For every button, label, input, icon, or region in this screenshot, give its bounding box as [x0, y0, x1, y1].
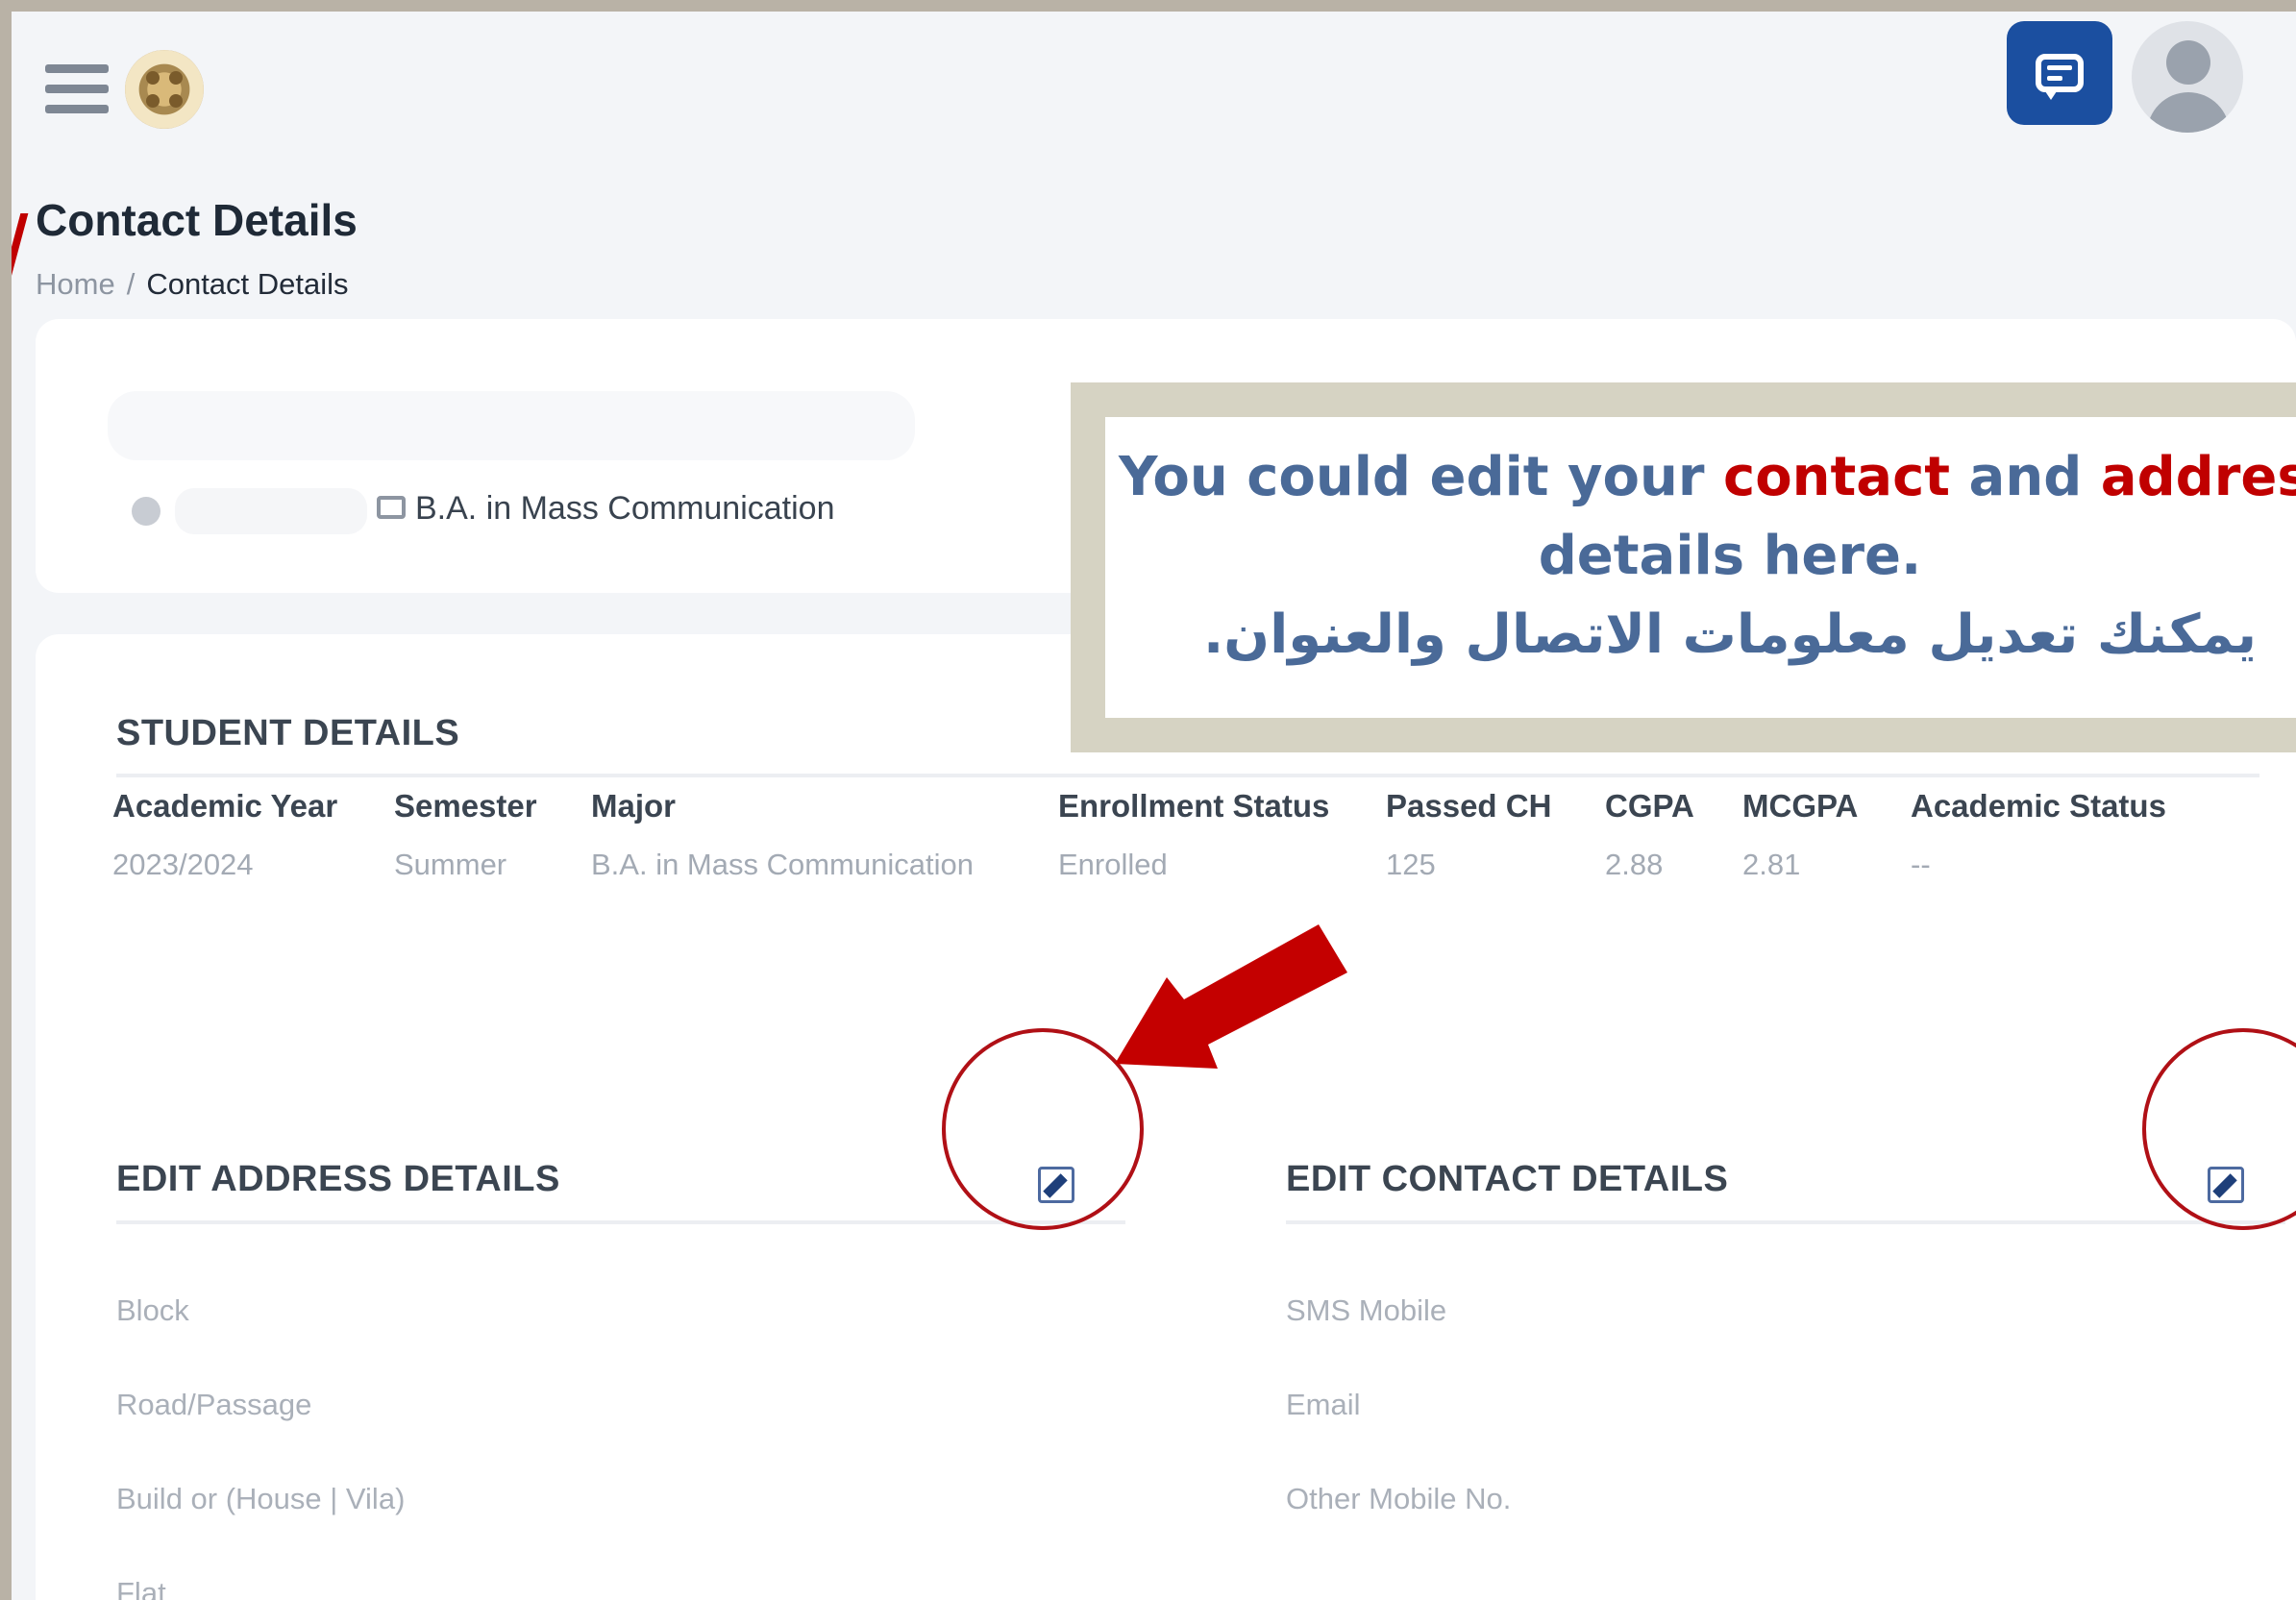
divider — [116, 1220, 1125, 1224]
red-arrow-icon — [1115, 924, 1347, 1069]
breadcrumb-home-link[interactable]: Home — [36, 267, 115, 301]
annotation-highlight-address: address — [2100, 446, 2296, 508]
col-header-major: Major — [591, 788, 677, 824]
profile-major-text: B.A. in Mass Communication — [415, 490, 835, 527]
field-label-sms-mobile: SMS Mobile — [1286, 1293, 1447, 1327]
student-name-redacted — [108, 391, 915, 460]
university-logo[interactable] — [125, 50, 204, 129]
briefcase-icon — [377, 496, 406, 520]
profile-small-icon — [132, 497, 160, 526]
col-header-mcgpa: MCGPA — [1742, 788, 1859, 824]
cell-academic-status: -- — [1911, 848, 1931, 881]
col-header-academic-status: Academic Status — [1911, 788, 2166, 824]
cell-semester: Summer — [394, 848, 507, 881]
cell-enrollment-status: Enrolled — [1058, 848, 1168, 881]
annotation-line-1: You could edit your contact and address — [1105, 446, 2296, 508]
student-details-table: Academic Year Semester Major Enrollment … — [112, 788, 2199, 882]
field-label-road: Road/Passage — [116, 1388, 312, 1421]
table-row: 2023/2024 Summer B.A. in Mass Communicat… — [112, 842, 2199, 882]
annotation-text: and — [1950, 446, 2101, 508]
annotation-text: You could edit your — [1118, 446, 1723, 508]
col-header-enrollment-status: Enrollment Status — [1058, 788, 1330, 824]
divider — [1286, 1220, 2285, 1224]
annotation-callout-box: You could edit your contact and address … — [1105, 417, 2296, 718]
student-id-redacted — [175, 488, 367, 534]
field-label-flat: Flat — [116, 1576, 166, 1600]
annotation-line-arabic: يمكنك تعديل معلومات الاتصال والعنوان. — [1203, 603, 2257, 666]
edit-contact-title: EDIT CONTACT DETAILS — [1286, 1159, 1729, 1199]
field-label-other-mobile: Other Mobile No. — [1286, 1482, 1512, 1515]
student-details-title: STUDENT DETAILS — [116, 713, 460, 753]
breadcrumb-separator: / — [126, 267, 136, 301]
annotation-highlight-contact: contact — [1723, 446, 1951, 508]
breadcrumb: Home / Contact Details — [36, 267, 349, 302]
cell-mcgpa: 2.81 — [1742, 848, 1801, 881]
details-card: STUDENT DETAILS Academic Year Semester M… — [36, 634, 2296, 1600]
breadcrumb-current: Contact Details — [146, 267, 349, 301]
field-label-building: Build or (House | Vila) — [116, 1482, 406, 1515]
col-header-academic-year: Academic Year — [112, 788, 338, 824]
hamburger-menu-icon[interactable] — [45, 64, 109, 114]
annotation-arrow-fragment — [12, 213, 29, 281]
profile-major: B.A. in Mass Communication — [377, 490, 835, 528]
cell-academic-year: 2023/2024 — [112, 848, 254, 881]
chat-icon — [2036, 54, 2084, 92]
divider — [116, 774, 2259, 777]
page-title: Contact Details — [36, 195, 358, 245]
col-header-semester: Semester — [394, 788, 537, 824]
chat-button[interactable] — [2007, 21, 2112, 125]
screen: Contact Details Home / Contact Details B.A… — [12, 12, 2296, 1600]
annotation-line-2: details here. — [1538, 525, 1922, 587]
col-header-passed-ch: Passed CH — [1386, 788, 1552, 824]
cell-cgpa: 2.88 — [1605, 848, 1664, 881]
user-avatar[interactable] — [2132, 21, 2243, 133]
cell-major: B.A. in Mass Communication — [591, 848, 974, 881]
field-label-email: Email — [1286, 1388, 1361, 1421]
edit-address-title: EDIT ADDRESS DETAILS — [116, 1159, 560, 1199]
cell-passed-ch: 125 — [1386, 848, 1436, 881]
field-label-block: Block — [116, 1293, 189, 1327]
col-header-cgpa: CGPA — [1605, 788, 1694, 824]
annotation-callout: You could edit your contact and address … — [1071, 382, 2296, 752]
